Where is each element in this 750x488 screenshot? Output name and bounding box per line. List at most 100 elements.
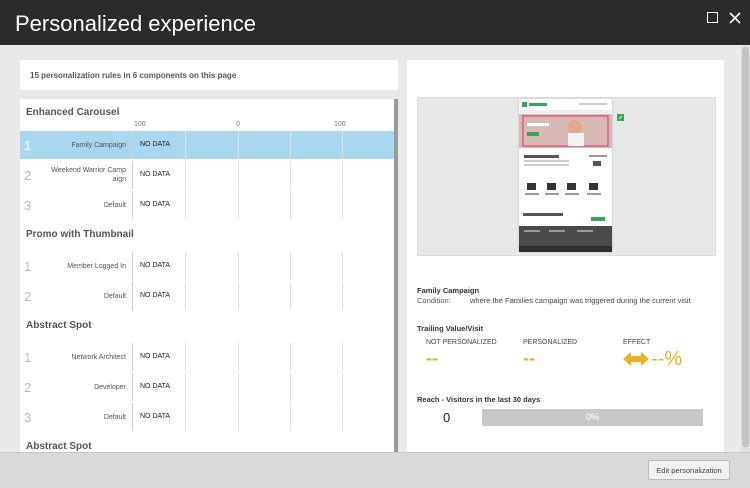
- trailing-value-title: Trailing Value/Visit: [417, 324, 484, 333]
- window-title: Personalized experience: [15, 11, 256, 36]
- rule-name: Default: [103, 292, 126, 300]
- component-title: Abstract Spot: [26, 320, 92, 331]
- axis-label-left: 100: [134, 121, 146, 128]
- rule-number: 1: [24, 138, 32, 153]
- dialog-footer: [0, 452, 750, 488]
- page-preview-thumbnail: [519, 99, 612, 252]
- grid-line: [185, 252, 186, 280]
- rule-row[interactable]: 1 Member Logged In NO DATA: [20, 252, 394, 280]
- reach-progress-bar: 0%: [482, 409, 703, 426]
- grid-line: [342, 282, 343, 310]
- rule-name: Developer: [94, 383, 126, 391]
- double-arrow-icon: [623, 352, 649, 366]
- rule-number: 2: [24, 168, 32, 183]
- grid-line: [342, 191, 343, 219]
- summary-text: 15 personalization rules in 6 components…: [30, 71, 237, 80]
- rule-number: 3: [24, 198, 32, 213]
- title-bar: Personalized experience: [0, 0, 750, 45]
- grid-line: [185, 403, 186, 431]
- rule-value: NO DATA: [140, 292, 171, 299]
- rule-number: 1: [24, 259, 32, 274]
- grid-line: [238, 343, 239, 371]
- grid-line: [290, 191, 291, 219]
- rule-number: 1: [24, 350, 32, 365]
- grid-line: [290, 252, 291, 280]
- grid-line: [342, 403, 343, 431]
- not-personalized-value: --: [426, 348, 438, 368]
- component-title: Promo with Thumbnail: [26, 229, 134, 240]
- rule-row[interactable]: 2 Developer NO DATA: [20, 373, 394, 401]
- dialog-scrollbar[interactable]: [741, 45, 750, 452]
- component-title: Abstract Spot: [26, 441, 92, 452]
- rule-name: Member Logged In: [67, 262, 126, 270]
- dialog-scrollbar-thumb[interactable]: [742, 47, 749, 447]
- rule-value: NO DATA: [140, 262, 171, 269]
- rule-row[interactable]: 2 Default NO DATA: [20, 282, 394, 310]
- grid-line: [185, 373, 186, 401]
- grid-line: [185, 131, 186, 159]
- grid-line: [238, 282, 239, 310]
- grid-line: [342, 252, 343, 280]
- rules-scrollbar-thumb[interactable]: [394, 99, 398, 452]
- rule-value: NO DATA: [140, 383, 171, 390]
- grid-line: [290, 343, 291, 371]
- row-divider: [132, 373, 133, 401]
- rule-row[interactable]: 2 Weekend Warrior Camp aign NO DATA: [20, 161, 394, 189]
- grid-line: [238, 373, 239, 401]
- rule-number: 2: [24, 289, 32, 304]
- rule-row[interactable]: 3 Default NO DATA: [20, 191, 394, 219]
- component-title: Enhanced Carousel: [26, 107, 120, 118]
- grid-line: [342, 373, 343, 401]
- rule-row[interactable]: 1 Network Architect NO DATA: [20, 343, 394, 371]
- row-divider: [132, 252, 133, 280]
- rule-value: NO DATA: [140, 413, 171, 420]
- row-divider: [132, 131, 133, 159]
- rule-name: Network Architect: [71, 353, 126, 361]
- rule-name: Default: [103, 201, 126, 209]
- rule-name: Weekend Warrior Camp aign: [51, 167, 126, 183]
- close-icon: [729, 12, 741, 24]
- edit-preview-icon[interactable]: [617, 114, 624, 121]
- grid-line: [238, 403, 239, 431]
- row-divider: [132, 403, 133, 431]
- close-button[interactable]: [728, 11, 742, 25]
- grid-line: [238, 131, 239, 159]
- rule-value: NO DATA: [140, 353, 171, 360]
- grid-line: [290, 161, 291, 189]
- grid-line: [238, 191, 239, 219]
- grid-line: [342, 343, 343, 371]
- grid-line: [342, 131, 343, 159]
- effect-label: EFFECT: [623, 339, 651, 346]
- grid-line: [185, 191, 186, 219]
- rule-number: 2: [24, 380, 32, 395]
- row-divider: [132, 191, 133, 219]
- rules-scrollbar[interactable]: [394, 99, 398, 452]
- grid-line: [185, 282, 186, 310]
- rule-value: NO DATA: [140, 141, 171, 148]
- rule-row[interactable]: 3 Default NO DATA: [20, 403, 394, 431]
- grid-line: [290, 373, 291, 401]
- grid-line: [185, 343, 186, 371]
- rules-panel: 100 0 100 Enhanced Carousel 1 Family Cam…: [20, 99, 398, 452]
- reach-title: Reach - Visitors in the last 30 days: [417, 395, 541, 404]
- effect-value: --%: [651, 348, 683, 370]
- grid-line: [290, 131, 291, 159]
- row-divider: [132, 282, 133, 310]
- edit-personalization-button[interactable]: Edit personalization: [648, 460, 730, 480]
- maximize-button[interactable]: [706, 11, 720, 25]
- rule-row[interactable]: 1 Family Campaign NO DATA: [20, 131, 394, 159]
- rule-value: NO DATA: [140, 171, 171, 178]
- grid-line: [185, 161, 186, 189]
- grid-line: [290, 282, 291, 310]
- condition-text: where the Families campaign was triggere…: [470, 296, 691, 305]
- rule-name: Default: [103, 413, 126, 421]
- condition-label: Condition:: [417, 296, 451, 305]
- personalized-label: PERSONALIZED: [523, 339, 578, 346]
- page-preview-image: [519, 99, 612, 252]
- summary-box: 15 personalization rules in 6 components…: [20, 60, 398, 90]
- axis-label-right: 100: [334, 121, 346, 128]
- selected-rule-name: Family Campaign: [417, 286, 480, 295]
- not-personalized-label: NOT PERSONALIZED: [426, 339, 497, 346]
- axis-label-center: 0: [236, 121, 240, 128]
- personalized-value: --: [523, 348, 535, 368]
